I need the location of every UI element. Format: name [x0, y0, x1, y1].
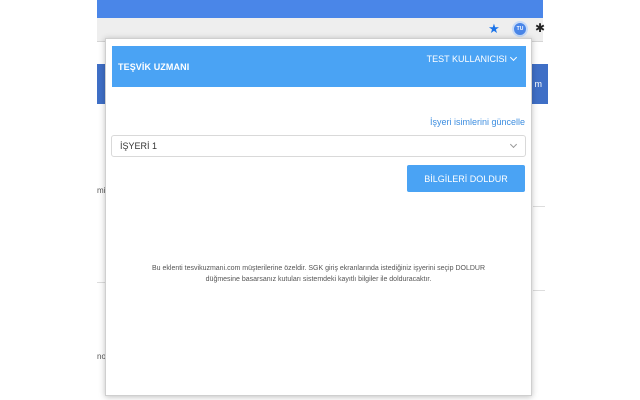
screen: ★ TU ✱ r m mi no TEŞVİK UZMANI TEST KULL… — [0, 0, 640, 400]
extensions-puzzle-icon[interactable]: ✱ — [535, 22, 547, 34]
background-divider — [533, 290, 545, 291]
workplace-select-value: İŞYERİ 1 — [120, 141, 158, 151]
description-text: Bu eklenti tesvikuzmani.com müşterilerin… — [116, 263, 521, 285]
user-menu[interactable]: TEST KULLANICISI — [426, 53, 518, 64]
browser-titlebar-right — [543, 0, 640, 18]
extension-icon[interactable]: TU — [512, 21, 528, 37]
chevron-down-icon — [509, 140, 518, 149]
user-name: TEST KULLANICISI — [426, 54, 507, 64]
bookmark-star-icon[interactable]: ★ — [487, 22, 501, 36]
update-workplace-names-link[interactable]: İşyeri isimlerini güncelle — [430, 117, 525, 127]
background-divider — [97, 282, 105, 283]
extension-popup: TEŞVİK UZMANI TEST KULLANICISI İşyeri is… — [105, 38, 532, 396]
description-line: Bu eklenti tesvikuzmani.com müşterilerin… — [151, 265, 486, 272]
fill-info-button[interactable]: BİLGİLERİ DOLDUR — [407, 165, 525, 192]
popup-header: TEŞVİK UZMANI TEST KULLANICISI — [112, 46, 526, 87]
background-divider — [533, 206, 545, 207]
workplace-select[interactable]: İŞYERİ 1 — [111, 135, 526, 157]
browser-titlebar — [97, 0, 543, 18]
chevron-down-icon — [509, 53, 518, 62]
description-line: düğmesine basarsanız kutuları sistemdeki… — [205, 276, 432, 283]
brand-title: TEŞVİK UZMANI — [118, 62, 190, 72]
browser-toolbar-right — [543, 18, 640, 42]
